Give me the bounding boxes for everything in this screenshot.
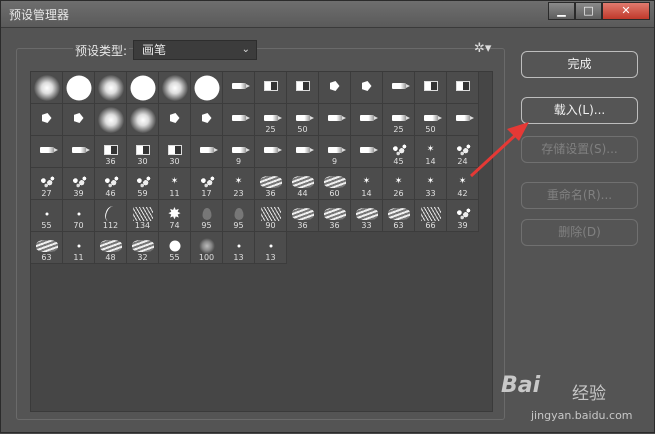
arrow-shaft — [469, 128, 523, 178]
watermark-url: jingyan.baidu.com — [531, 409, 633, 422]
watermark-logo-text: 经验 — [572, 384, 606, 404]
preset-manager-dialog: 预设管理器 ▁ □ ✕ 预设类型: 画笔 ⌄ ✲▾ 25 50 25 50 36 30 30… — [0, 0, 655, 433]
watermark-logo: Bai — [501, 373, 541, 398]
annotation-arrow — [469, 122, 529, 178]
